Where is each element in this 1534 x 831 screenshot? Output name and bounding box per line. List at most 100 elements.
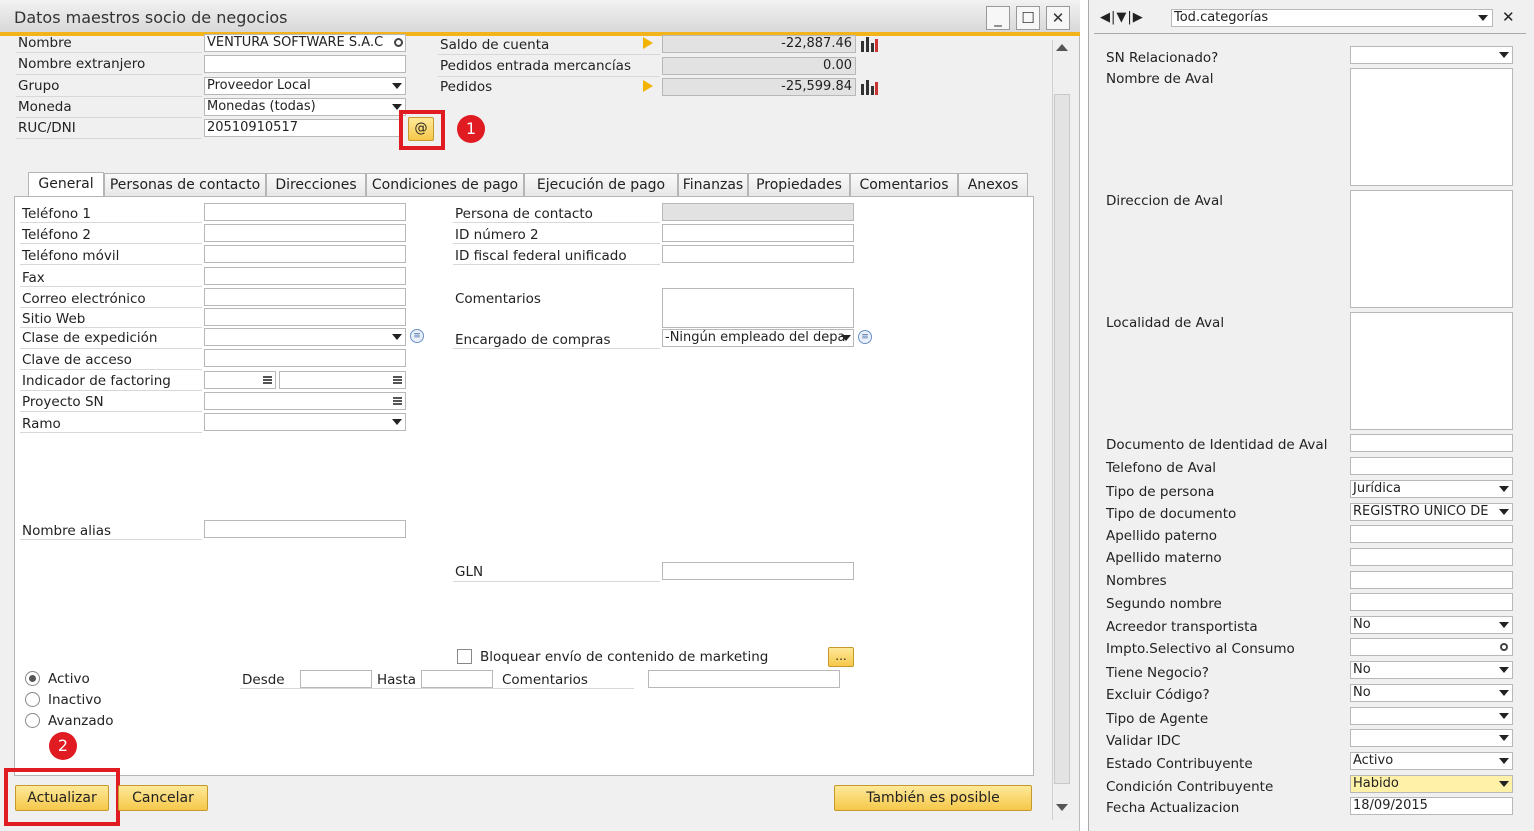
chevron-down-icon[interactable] [1499, 690, 1509, 696]
tab-direcciones[interactable]: Direcciones [266, 173, 366, 197]
more-button[interactable]: ... [828, 647, 854, 667]
sitio-field[interactable] [204, 308, 406, 326]
id-fiscal-field[interactable] [662, 245, 854, 263]
link-arrow-icon[interactable] [643, 37, 653, 49]
scroll-thumb[interactable] [1054, 94, 1070, 784]
doc-aval-field[interactable] [1350, 434, 1513, 452]
comentarios-field[interactable] [662, 288, 854, 328]
chevron-down-icon[interactable] [1499, 667, 1509, 673]
gln-field[interactable] [662, 562, 854, 580]
close-button[interactable]: ✕ [1046, 6, 1070, 30]
sn-relacionado-select[interactable] [1350, 46, 1513, 64]
list-icon[interactable]: ≡ [858, 330, 872, 344]
chart-icon[interactable] [860, 78, 880, 96]
list-icon[interactable]: ≡ [410, 329, 424, 343]
email-button[interactable]: @ [408, 117, 434, 141]
telefono1-field[interactable] [204, 203, 406, 221]
ap-materno-field[interactable] [1350, 548, 1513, 566]
fax-field[interactable] [204, 267, 406, 285]
chevron-down-icon[interactable] [1499, 758, 1509, 764]
grupo-select[interactable]: Proveedor Local [204, 77, 406, 95]
chevron-down-icon[interactable] [392, 419, 402, 425]
search-icon[interactable] [1500, 643, 1508, 651]
chevron-down-icon[interactable] [1499, 622, 1509, 628]
persona-contacto-field[interactable] [662, 203, 854, 221]
tab-ejecucion-pago[interactable]: Ejecución de pago [524, 173, 678, 197]
search-icon[interactable] [394, 38, 403, 47]
chevron-down-icon[interactable] [1499, 735, 1509, 741]
maximize-button[interactable]: ☐ [1016, 6, 1040, 30]
inactivo-radio[interactable] [25, 692, 40, 707]
link-arrow-icon[interactable] [643, 80, 653, 92]
chevron-down-icon[interactable] [1499, 486, 1509, 492]
ramo-select[interactable] [204, 413, 406, 431]
minimize-button[interactable]: _ [986, 6, 1010, 30]
id-numero2-field[interactable] [662, 224, 854, 242]
tab-finanzas[interactable]: Finanzas [678, 173, 748, 197]
comentarios2-field[interactable] [648, 670, 840, 688]
ruc-field[interactable]: 20510910517 [204, 119, 400, 137]
tab-general[interactable]: General [28, 172, 104, 198]
encargado-select[interactable]: -Ningún empleado del depa [662, 329, 854, 347]
cancelar-button[interactable]: Cancelar [118, 785, 208, 811]
localidad-aval-field[interactable] [1350, 312, 1513, 430]
impto-field[interactable] [1350, 638, 1513, 656]
tab-anexos[interactable]: Anexos [958, 173, 1028, 197]
nombres-field[interactable] [1350, 571, 1513, 589]
segundo-nombre-field[interactable] [1350, 593, 1513, 611]
ap-paterno-field[interactable] [1350, 525, 1513, 543]
excluir-select[interactable]: No [1350, 684, 1513, 702]
tel-aval-field[interactable] [1350, 457, 1513, 475]
chevron-down-icon[interactable] [392, 334, 402, 340]
acreedor-select[interactable]: No [1350, 616, 1513, 634]
nombre-field[interactable]: VENTURA SOFTWARE S.A.C [204, 34, 406, 52]
proyecto-field[interactable] [204, 392, 406, 410]
avanzado-radio[interactable] [25, 713, 40, 728]
movil-field[interactable] [204, 245, 406, 263]
chevron-down-icon[interactable] [841, 335, 851, 341]
bloquear-checkbox[interactable] [457, 649, 472, 664]
tab-comentarios[interactable]: Comentarios [850, 173, 958, 197]
nav-arrows-icon[interactable]: ◀|▼|▶ [1100, 10, 1144, 25]
menu-icon[interactable] [393, 376, 402, 384]
estado-select[interactable]: Activo [1350, 752, 1513, 770]
desde-field[interactable] [300, 670, 372, 688]
nombre-aval-field[interactable] [1350, 68, 1513, 186]
chevron-down-icon[interactable] [1499, 52, 1509, 58]
correo-field[interactable] [204, 288, 406, 306]
actualizar-button[interactable]: Actualizar [15, 785, 109, 811]
telefono2-field[interactable] [204, 224, 406, 242]
tipo-doc-select[interactable]: REGISTRO ÚNICO DE [1350, 503, 1513, 521]
direccion-aval-field[interactable] [1350, 190, 1513, 308]
alias-field[interactable] [204, 520, 406, 538]
chevron-down-icon[interactable] [1478, 15, 1488, 21]
menu-icon[interactable] [393, 397, 402, 405]
chart-icon[interactable] [860, 35, 880, 53]
category-select[interactable]: Tod.categorías [1171, 9, 1493, 27]
agente-select[interactable] [1350, 707, 1513, 725]
moneda-select[interactable]: Monedas (todas) [204, 98, 406, 116]
validar-select[interactable] [1350, 729, 1513, 747]
negocio-select[interactable]: No [1350, 661, 1513, 679]
tab-personas-contacto[interactable]: Personas de contacto [104, 173, 266, 197]
activo-radio[interactable] [25, 671, 40, 686]
chevron-down-icon[interactable] [392, 83, 402, 89]
chevron-down-icon[interactable] [1499, 713, 1509, 719]
close-icon[interactable]: ✕ [1502, 8, 1515, 26]
chevron-down-icon[interactable] [1499, 509, 1509, 515]
nombre-extranjero-field[interactable] [204, 55, 406, 73]
chevron-down-icon[interactable] [1499, 781, 1509, 787]
factoring-field-2[interactable] [279, 371, 406, 389]
hasta-field[interactable] [421, 670, 493, 688]
condicion-select[interactable]: Habido [1350, 775, 1513, 793]
tab-propiedades[interactable]: Propiedades [748, 173, 850, 197]
clave-field[interactable] [204, 349, 406, 367]
menu-icon[interactable] [263, 376, 272, 384]
scroll-up-icon[interactable] [1056, 44, 1068, 51]
tambien-button[interactable]: También es posible [834, 785, 1032, 811]
tab-condiciones-pago[interactable]: Condiciones de pago [366, 173, 524, 197]
scroll-down-icon[interactable] [1056, 804, 1068, 811]
tipo-persona-select[interactable]: Jurídica [1350, 480, 1513, 498]
clase-exp-select[interactable] [204, 328, 406, 346]
fecha-field[interactable]: 18/09/2015 [1350, 797, 1513, 815]
